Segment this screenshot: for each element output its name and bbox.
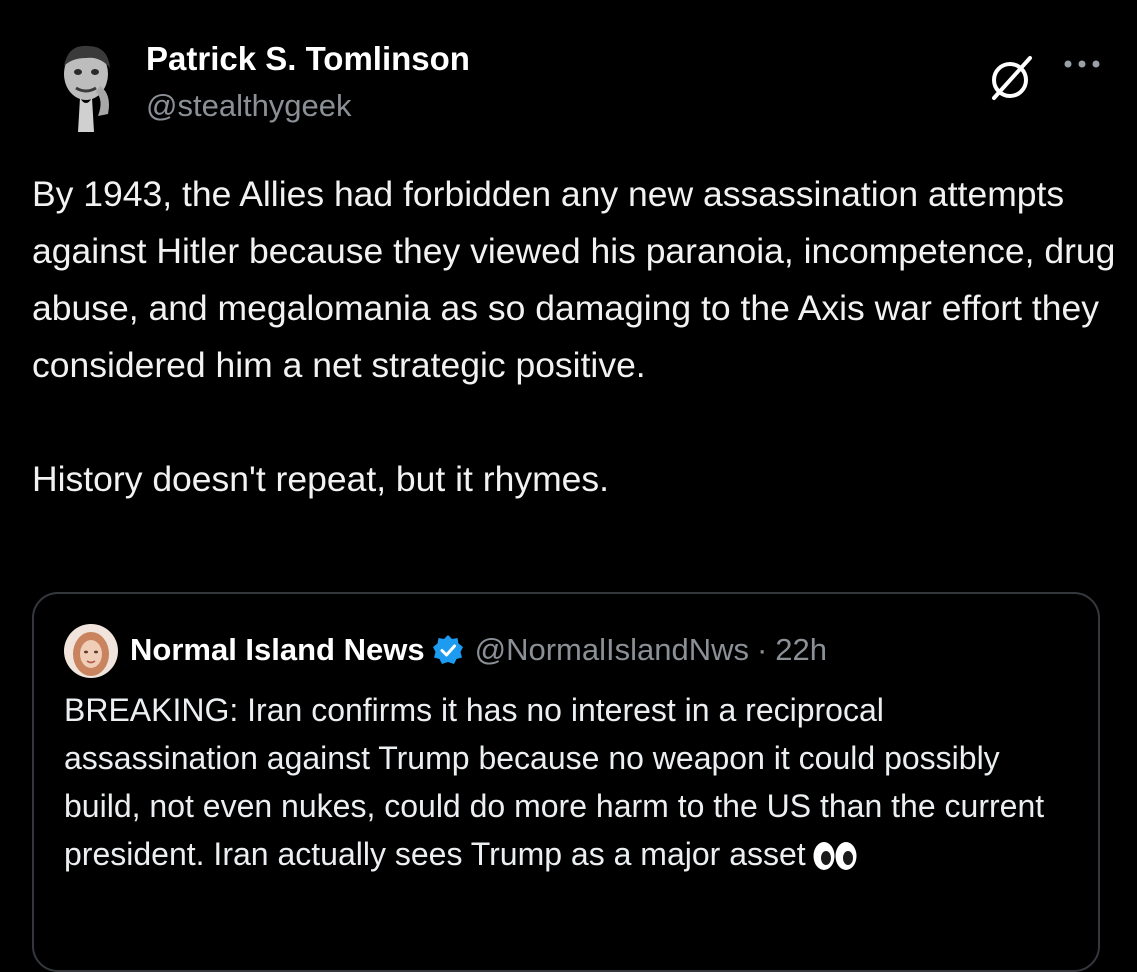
post: Patrick S. Tomlinson @stealthygeek By 19…	[0, 0, 1137, 972]
more-options-icon[interactable]	[1060, 54, 1104, 74]
quoted-post-text-block: BREAKING: Iran confirms it has no intere…	[64, 686, 1084, 878]
quoted-post-text: BREAKING: Iran confirms it has no intere…	[64, 692, 1045, 872]
author-handle[interactable]: @stealthygeek	[146, 88, 352, 124]
quoted-author-avatar[interactable]	[64, 624, 118, 678]
quoted-author-name[interactable]: Normal Island News	[130, 630, 425, 670]
post-text: By 1943, the Allies had forbidden any ne…	[32, 174, 1116, 499]
verified-badge-icon	[431, 633, 465, 667]
eyes-emoji-icon	[812, 836, 858, 870]
grok-icon[interactable]	[986, 52, 1038, 104]
quoted-author-handle[interactable]: @NormalIslandNws	[475, 630, 749, 670]
author-avatar[interactable]	[50, 36, 124, 132]
quoted-post-header: Normal Island News @NormalIslandNws · 22…	[130, 630, 827, 670]
separator-dot: ·	[756, 632, 768, 667]
quoted-post[interactable]: Normal Island News @NormalIslandNws · 22…	[32, 592, 1100, 972]
author-name[interactable]: Patrick S. Tomlinson	[146, 40, 470, 78]
quoted-post-time[interactable]: 22h	[775, 630, 827, 670]
